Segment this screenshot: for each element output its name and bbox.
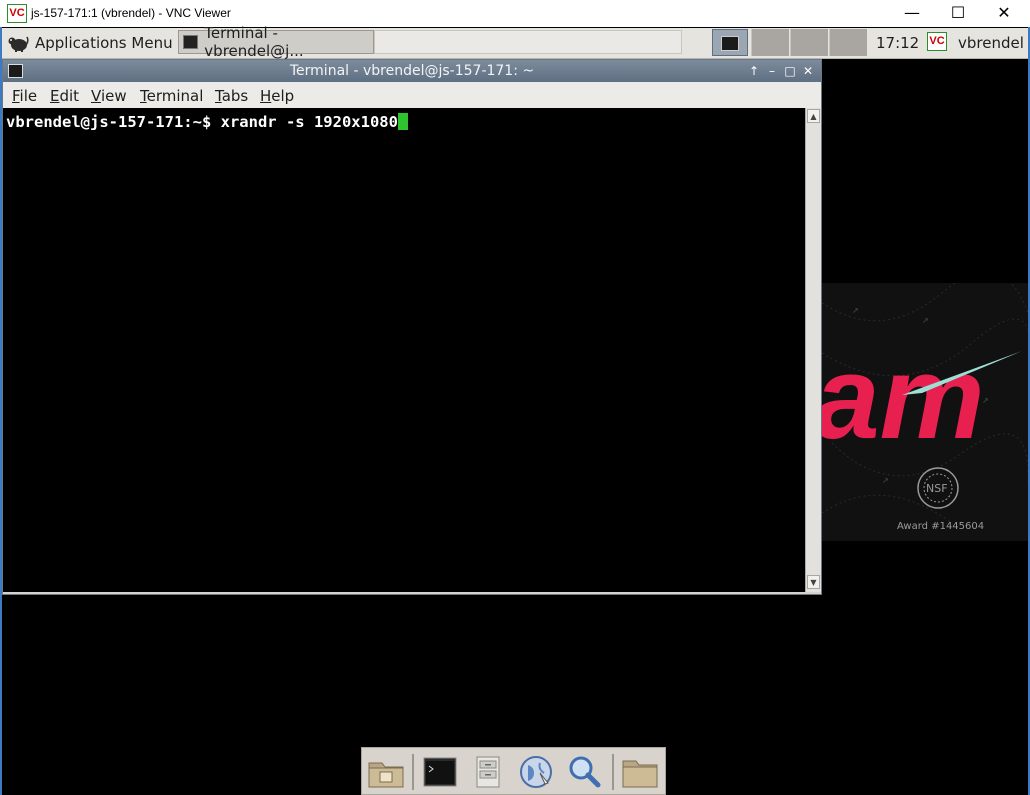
top-panel: Applications Menu Terminal - vbrendel@j.… [2, 24, 1028, 60]
file-manager-icon[interactable] [468, 753, 508, 791]
terminal-command-text: vbrendel@js-157-171:~$ xrandr -s 1920x10… [6, 113, 398, 131]
workspace-2-button[interactable] [751, 29, 789, 56]
terminal-output[interactable]: vbrendel@js-157-171:~$ xrandr -s 1920x10… [3, 108, 805, 592]
panel-user-button[interactable]: vbrendel [958, 34, 1024, 52]
terminal-maximize-button[interactable]: □ [782, 62, 798, 80]
terminal-minimize-button[interactable]: – [764, 62, 780, 80]
menu-file[interactable]: File [12, 87, 37, 105]
terminal-close-button[interactable]: ✕ [800, 62, 816, 80]
menu-terminal[interactable]: Terminal [140, 87, 203, 105]
nsf-seal-label: NSF [926, 482, 948, 495]
xfce-mouse-icon [8, 36, 29, 52]
search-icon[interactable] [564, 753, 604, 791]
dock-separator [612, 754, 614, 790]
home-folder-icon[interactable] [366, 753, 406, 791]
menu-edit[interactable]: Edit [50, 87, 79, 105]
vnc-close-button[interactable]: ✕ [981, 0, 1027, 27]
scroll-up-arrow[interactable]: ▲ [807, 109, 820, 123]
taskbar-terminal-button[interactable]: Terminal - vbrendel@j... [178, 24, 374, 60]
keep-above-button[interactable]: ↑ [746, 62, 762, 80]
vnc-window-title: js-157-171:1 (vbrendel) - VNC Viewer [31, 6, 231, 20]
wallpaper-logo-text: am [822, 332, 985, 464]
vnc-maximize-button[interactable]: ☐ [935, 0, 981, 27]
terminal-icon[interactable] [420, 753, 460, 791]
svg-text:↗: ↗ [852, 306, 859, 315]
taskbar-terminal-label: Terminal - vbrendel@j... [204, 24, 304, 60]
terminal-cursor [397, 113, 408, 130]
applications-menu-label: Applications Menu [35, 34, 173, 52]
vnc-minimize-button[interactable]: — [889, 0, 935, 27]
vnc-titlebar: VC js-157-171:1 (vbrendel) - VNC Viewer … [0, 0, 1030, 27]
folder-icon[interactable] [620, 753, 660, 791]
dock-separator [412, 754, 414, 790]
menu-tabs[interactable]: Tabs [215, 87, 248, 105]
workspace-4-button[interactable] [829, 29, 867, 56]
web-browser-icon[interactable] [516, 753, 556, 791]
terminal-titlebar[interactable]: Terminal - vbrendel@js-157-171: ~ ↑ – □ … [3, 60, 821, 82]
terminal-menubar: File Edit View Terminal Tabs Help [3, 82, 821, 108]
terminal-window-title: Terminal - vbrendel@js-157-171: ~ [289, 63, 535, 79]
workspace-3-button[interactable] [790, 29, 828, 56]
svg-text:↗: ↗ [882, 476, 889, 485]
panel-clock[interactable]: 17:12 [876, 34, 919, 52]
workspace-window-thumbnail [721, 36, 739, 51]
workspace-1-button[interactable] [712, 29, 748, 56]
bottom-dock [361, 747, 666, 795]
menu-view[interactable]: View [91, 87, 127, 105]
wallpaper-logo: ↗ ↗ ↗ ↗ am NSF Award #1445604 [822, 283, 1028, 541]
menu-help[interactable]: Help [260, 87, 294, 105]
terminal-scrollbar[interactable]: ▲ ▼ [805, 108, 821, 592]
vnc-logo-icon: VC [7, 4, 27, 23]
award-number: Award #1445604 [897, 521, 985, 532]
applications-menu-button[interactable]: Applications Menu [7, 31, 173, 55]
svg-text:↗: ↗ [922, 316, 929, 325]
vnc-tray-icon[interactable]: VC [927, 32, 947, 51]
taskbar-area [374, 30, 682, 54]
terminal-window: Terminal - vbrendel@js-157-171: ~ ↑ – □ … [2, 59, 822, 595]
wallpaper-art: ↗↗↗↗ am NSF [822, 283, 1028, 524]
scroll-down-arrow[interactable]: ▼ [807, 575, 820, 589]
terminal-prompt-line: vbrendel@js-157-171:~$ xrandr -s 1920x10… [6, 113, 408, 131]
terminal-icon [183, 35, 199, 49]
